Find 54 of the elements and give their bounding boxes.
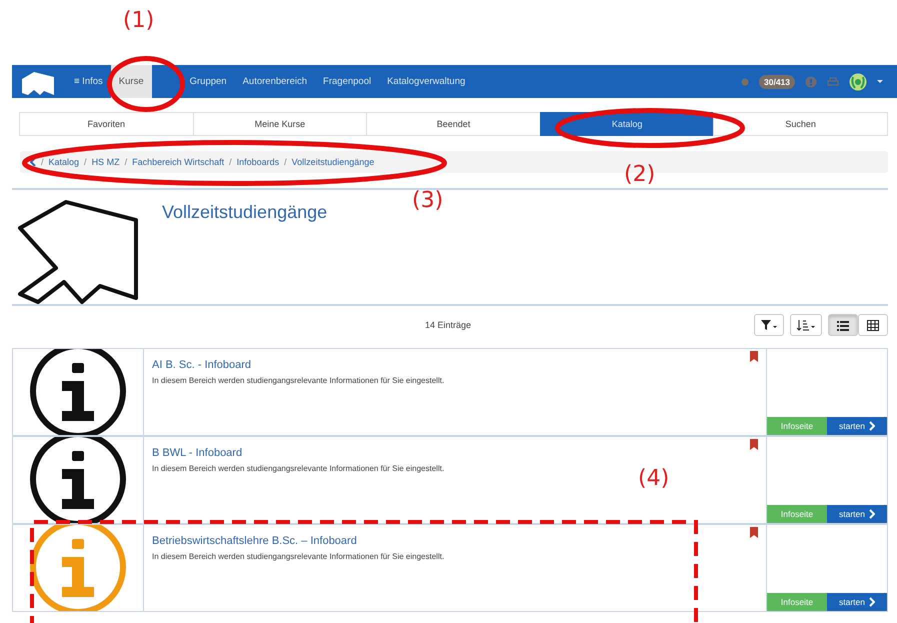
caret-icon[interactable] (877, 80, 883, 83)
status-dot-icon (741, 78, 749, 86)
breadcrumb-separator: / (41, 157, 44, 167)
annotation-label: (4) (638, 466, 670, 491)
back-icon[interactable] (30, 158, 36, 166)
card-title[interactable]: AI B. Sc. - Infoboard (152, 359, 758, 371)
avatar-icon[interactable] (849, 72, 867, 90)
nav-item[interactable]: Fragenpool (315, 65, 380, 98)
entry-count: 14 Einträge (424, 320, 472, 330)
card-title[interactable]: Betriebswirtschaftslehre B.Sc. – Infoboard (152, 535, 758, 547)
breadcrumb-link[interactable]: Vollzeitstudiengänge (292, 157, 374, 167)
card-description: In diesem Bereich werden studiengangsrelevante Informationen für Sie eingestellt. (152, 552, 444, 561)
chevron-right-icon (869, 597, 875, 607)
breadcrumb-separator: / (284, 157, 287, 167)
start-button[interactable]: starten (827, 417, 887, 435)
score-badge: 30/413 (759, 74, 795, 88)
catalog-tab[interactable]: Favoriten (19, 112, 194, 136)
catalog-tab[interactable]: Meine Kurse (192, 112, 368, 136)
card-description: In diesem Bereich werden studiengangsrelevante Informationen für Sie eingestellt. (152, 376, 444, 385)
bookmark-icon[interactable] (750, 527, 758, 538)
nav-item[interactable]: ≡ Infos (66, 65, 111, 98)
bookmark-icon[interactable] (750, 439, 758, 450)
catalog-tab[interactable]: Beendet (366, 112, 541, 136)
chevron-right-icon (869, 509, 875, 519)
nav-item[interactable]: Gruppen (182, 65, 235, 98)
page-title: Vollzeitstudiengänge (162, 202, 328, 224)
logo-icon[interactable] (20, 69, 56, 97)
filter-icon (761, 320, 777, 330)
view-toggle[interactable] (828, 314, 858, 336)
breadcrumb-separator: / (124, 157, 128, 167)
nav-item[interactable]: Katalogverwaltung (379, 65, 474, 98)
bookmark-icon[interactable] (750, 351, 758, 362)
breadcrumb-separator: / (229, 157, 232, 167)
breadcrumb-link[interactable]: Infoboards (236, 157, 280, 167)
breadcrumb-separator: / (84, 157, 87, 167)
breadcrumb-link[interactable]: HS MZ (92, 157, 120, 167)
start-button[interactable]: starten (827, 593, 887, 611)
sort-button[interactable] (790, 314, 822, 336)
breadcrumb-link[interactable]: Fachbereich Wirtschaft (132, 157, 224, 167)
card-description: In diesem Bereich werden studiengangsrelevante Informationen für Sie eingestellt. (152, 464, 444, 473)
sort-icon (797, 320, 815, 330)
start-button[interactable]: starten (827, 505, 887, 523)
annotation-label: (3) (412, 188, 444, 213)
nav-item[interactable]: Autorenbereich (234, 65, 316, 98)
annotation-label: (2) (624, 162, 656, 187)
card-title[interactable]: B BWL - Infoboard (152, 447, 758, 459)
chevron-right-icon (869, 421, 875, 431)
list-icon (837, 320, 849, 330)
filter-button[interactable] (754, 314, 784, 336)
view-toggle[interactable] (858, 314, 888, 336)
catalog-tab[interactable]: Suchen (713, 112, 888, 136)
annotation-label: (1) (123, 8, 154, 33)
breadcrumb-link[interactable]: Katalog (48, 157, 80, 167)
grid-icon (867, 320, 879, 330)
